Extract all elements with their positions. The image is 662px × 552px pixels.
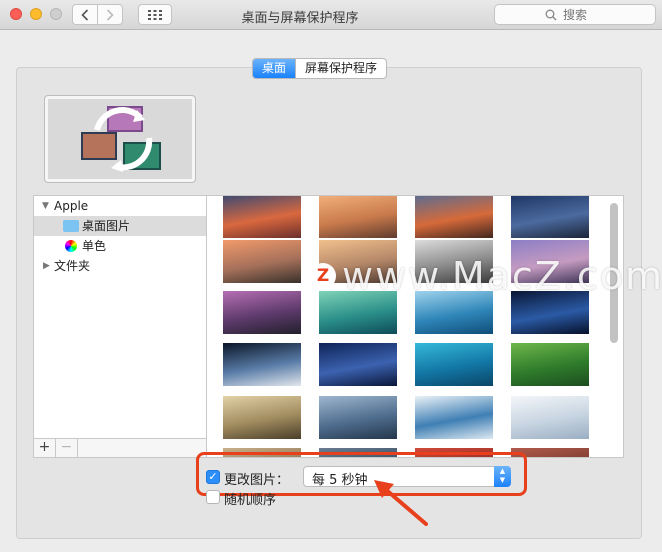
watermark-logo: Z [310, 263, 336, 289]
window-title: 桌面与屏幕保护程序 [241, 11, 359, 26]
zoom-window-button[interactable] [50, 8, 62, 20]
tree-row-folders[interactable]: ▶ 文件夹 [34, 256, 206, 276]
tree-row-apple[interactable]: ▼ Apple [34, 196, 206, 216]
back-button[interactable] [72, 4, 98, 25]
wallpaper-thumbnail-green-wave[interactable] [319, 291, 397, 334]
grid-icon [148, 9, 162, 20]
search-field[interactable] [494, 4, 656, 25]
random-order-label: 随机顺序 [224, 493, 277, 508]
chevron-left-icon [81, 8, 89, 21]
wallpaper-grid [207, 195, 624, 458]
change-picture-checkbox[interactable]: ✓ [206, 470, 220, 484]
wallpaper-thumbnail-sierra-dusk[interactable] [319, 196, 397, 238]
title-bar: 桌面与屏幕保护程序 [0, 0, 662, 30]
wallpaper-thumbnail-mountain-blue[interactable] [511, 196, 589, 238]
annotation-arrow-icon [374, 480, 428, 526]
add-folder-button[interactable]: + [34, 439, 56, 457]
tree-label-desktop-pictures: 桌面图片 [82, 219, 131, 233]
wallpaper-thumbnail-earth-night[interactable] [223, 343, 301, 386]
disclosure-closed-icon[interactable]: ▶ [43, 256, 50, 276]
wallpaper-thumbnail-yosemite-dome[interactable] [223, 240, 301, 283]
wallpaper-thumbnail-lake-rocks[interactable] [223, 291, 301, 334]
remove-folder-button[interactable]: − [56, 439, 78, 457]
wallpaper-thumbnail-sierra-mountain[interactable] [223, 196, 301, 238]
color-wheel-icon [65, 240, 77, 252]
wallpaper-thumbnail-milky-way[interactable] [319, 343, 397, 386]
tree-row-desktop-pictures[interactable]: 桌面图片 [34, 216, 206, 236]
wallpaper-thumbnail-ocean-wave[interactable] [415, 291, 493, 334]
show-all-button[interactable] [138, 4, 172, 25]
select-stepper-icon: ▲ ▼ [494, 466, 511, 487]
tree-label-solid-colors: 单色 [82, 239, 107, 253]
wallpaper-thumbnail-ice-river[interactable] [415, 396, 493, 439]
tab-segment: 桌面 屏幕保护程序 [252, 58, 388, 79]
wallpaper-thumbnail-snow-dunes[interactable] [511, 396, 589, 439]
minimize-window-button[interactable] [30, 8, 42, 20]
change-picture-label: 更改图片： [224, 473, 290, 488]
wallpaper-thumbnail-foggy-forest[interactable] [223, 396, 301, 439]
wallpaper-thumbnail-yosemite-valley[interactable] [415, 240, 493, 283]
desktop-preview [44, 95, 196, 183]
wallpaper-thumbnail-reef-aerial[interactable] [415, 343, 493, 386]
disclosure-open-icon[interactable]: ▼ [42, 196, 49, 216]
tree-label-folders: 文件夹 [54, 259, 91, 273]
wallpaper-thumbnail-misty-hills[interactable] [319, 396, 397, 439]
random-order-checkbox[interactable] [206, 490, 220, 504]
tab-desktop[interactable]: 桌面 [253, 59, 296, 78]
interval-value: 每 5 秒钟 [312, 473, 368, 488]
search-icon [545, 9, 557, 20]
tree-label-apple: Apple [54, 199, 89, 213]
wallpaper-thumbnail-yosemite-purple[interactable] [511, 240, 589, 283]
folder-icon [63, 220, 79, 232]
grid-scrollbar[interactable] [610, 203, 618, 343]
rotating-pictures-icon [81, 106, 161, 172]
search-input[interactable] [561, 6, 605, 23]
list-button-bar: + − [34, 438, 206, 457]
chevron-right-icon [106, 8, 114, 21]
close-window-button[interactable] [10, 8, 22, 20]
tab-screensaver[interactable]: 屏幕保护程序 [295, 59, 386, 78]
wallpaper-thumbnail-green-field[interactable] [511, 343, 589, 386]
wallpaper-thumbnail-earth-horizon[interactable] [511, 291, 589, 334]
tree-row-solid-colors[interactable]: 单色 [34, 236, 206, 256]
source-list: ▼ Apple 桌面图片 单色 ▶ 文件夹 + − [33, 195, 207, 458]
wallpaper-thumbnail-el-capitan-sunset[interactable] [415, 196, 493, 238]
forward-button[interactable] [97, 4, 123, 25]
